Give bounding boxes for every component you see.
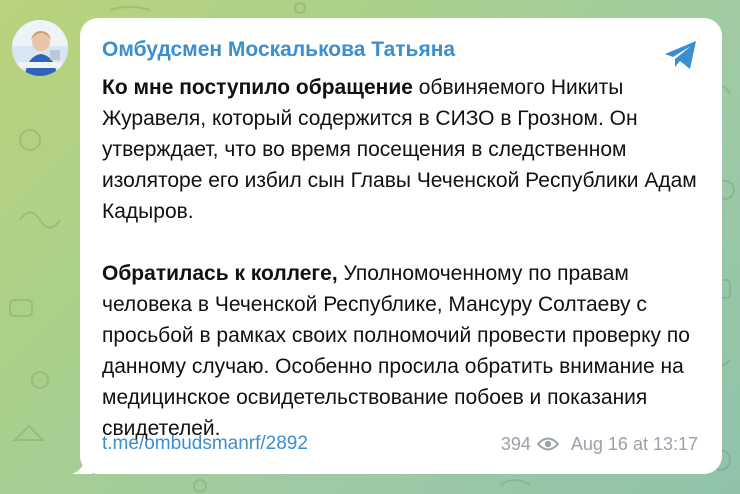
message-footer: t.me/ombudsmanrf/2892 394 Aug 16 at 13:1… — [102, 431, 698, 457]
telegram-share-icon[interactable] — [662, 36, 700, 74]
paragraph-2-bold: Обратилась к коллеге, — [102, 262, 338, 285]
channel-avatar[interactable] — [12, 20, 68, 76]
paragraph-1: Ко мне поступило обращение обвиняемого Н… — [102, 72, 698, 227]
paragraph-2: Обратилась к коллеге, Уполномоченному по… — [102, 258, 698, 444]
message-bubble: Омбудсмен Москалькова Татьяна Ко мне пос… — [80, 18, 722, 474]
post-link[interactable]: t.me/ombudsmanrf/2892 — [102, 433, 308, 455]
message-timestamp: Aug 16 at 13:17 — [570, 433, 698, 454]
channel-name[interactable]: Омбудсмен Москалькова Татьяна — [102, 38, 698, 62]
views-count: 394 — [500, 433, 531, 454]
paragraph-1-bold: Ко мне поступило обращение — [102, 76, 413, 99]
paragraph-2-text: Уполномоченному по правам человека в Чеч… — [102, 262, 690, 440]
message-text: Ко мне поступило обращение обвиняемого Н… — [102, 72, 698, 444]
message-meta: 394 Aug 16 at 13:17 — [501, 434, 698, 455]
eye-icon — [536, 437, 559, 451]
